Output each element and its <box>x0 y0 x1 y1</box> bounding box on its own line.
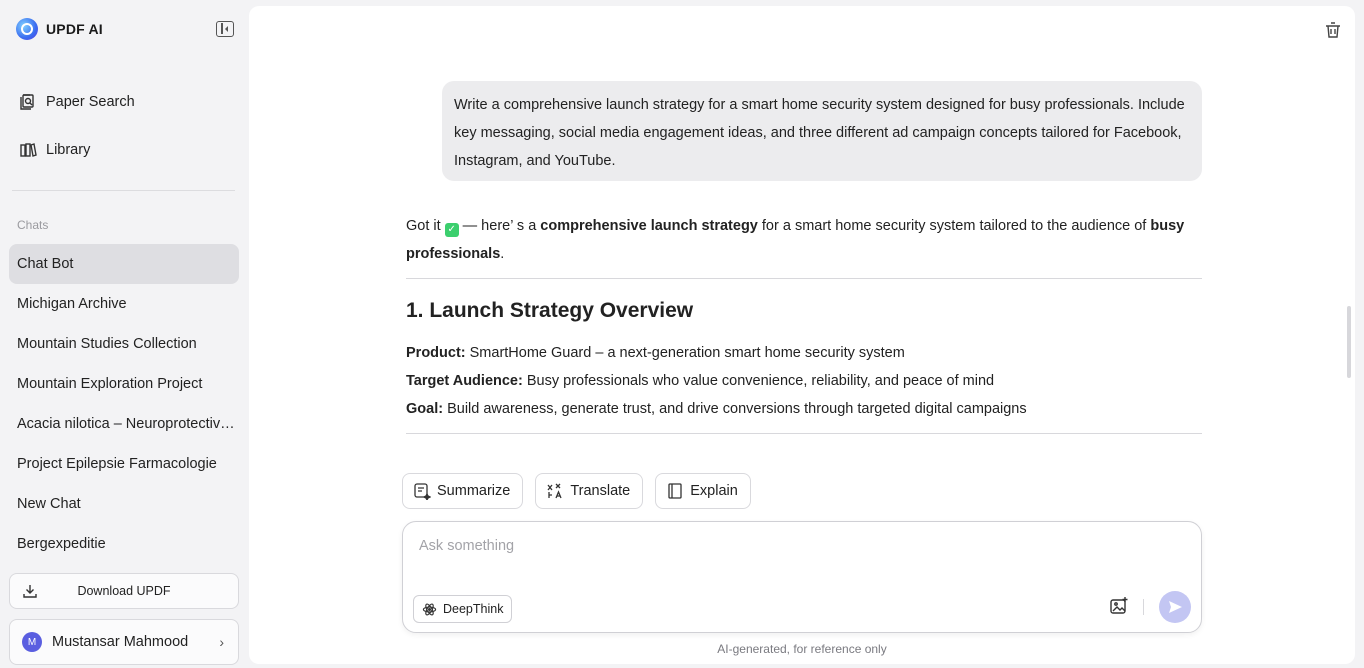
download-label: Download UPDF <box>77 584 171 598</box>
download-updf-button[interactable]: Download UPDF <box>9 573 239 609</box>
scrollbar-thumb[interactable] <box>1347 306 1351 378</box>
clear-chat-icon[interactable] <box>1323 20 1343 40</box>
check-mark-icon: ✓ <box>444 223 459 237</box>
chat-item-michigan-archive[interactable]: Michigan Archive <box>9 284 239 324</box>
detail-target-audience: Target Audience: Busy professionals who … <box>406 373 995 389</box>
chat-item-mountain-exploration[interactable]: Mountain Exploration Project <box>9 364 239 404</box>
chevron-right-icon: › <box>219 634 224 650</box>
book-icon <box>668 483 682 499</box>
chats-section-label: Chats <box>17 218 49 232</box>
brand[interactable]: UPDF AI <box>16 18 103 40</box>
chat-item-chat-bot[interactable]: Chat Bot <box>9 244 239 284</box>
quick-actions: Summarize Translate Explain <box>402 473 751 509</box>
chat-item-project-epilepsie[interactable]: Project Epilepsie Farmacologie <box>9 444 239 484</box>
deepthink-toggle[interactable]: DeepThink <box>413 595 513 623</box>
user-profile[interactable]: M Mustansar Mahmood › <box>9 619 239 665</box>
library-icon <box>20 143 37 157</box>
nav-paper-search-label: Paper Search <box>46 94 135 110</box>
answer-divider <box>406 278 1202 279</box>
collapse-sidebar-icon[interactable] <box>216 21 234 37</box>
message-composer: DeepThink <box>402 521 1202 633</box>
atom-icon <box>422 603 437 615</box>
summarize-button[interactable]: Summarize <box>402 473 524 509</box>
translate-button[interactable]: Translate <box>535 473 644 509</box>
explain-button[interactable]: Explain <box>655 473 751 509</box>
ai-answer: Got it ✓ — here’ s a comprehensive launch … <box>406 212 1202 434</box>
paper-search-icon <box>20 94 34 110</box>
app-name: UPDF AI <box>46 21 103 37</box>
send-icon <box>1169 601 1182 613</box>
composer-divider <box>1143 599 1144 615</box>
nav-library-label: Library <box>46 142 91 158</box>
chat-item-acacia-nilotica[interactable]: Acacia nilotica – Neuroprotective Effect… <box>9 404 239 444</box>
translate-icon <box>547 483 562 499</box>
user-name: Mustansar Mahmood <box>52 634 189 650</box>
answer-heading: 1. Launch Strategy Overview <box>406 299 694 322</box>
answer-divider-bottom <box>406 433 1202 434</box>
nav-paper-search[interactable]: Paper Search <box>18 92 135 112</box>
detail-product: Product: SmartHome Guard – a next-genera… <box>406 345 905 361</box>
chat-item-bergexpeditie[interactable]: Bergexpeditie <box>9 524 239 564</box>
ai-disclaimer: AI-generated, for reference only <box>717 642 887 656</box>
chat-item-mountain-studies[interactable]: Mountain Studies Collection <box>9 324 239 364</box>
answer-details: Product: SmartHome Guard – a next-genera… <box>406 339 1202 423</box>
avatar: M <box>22 632 42 652</box>
updf-logo-icon <box>16 18 38 40</box>
ask-input[interactable] <box>419 538 1179 554</box>
summarize-icon <box>414 483 431 500</box>
image-upload-icon[interactable] <box>1109 596 1129 616</box>
sidebar: UPDF AI Paper Search Library Chats Chat … <box>0 0 248 668</box>
nav-library[interactable]: Library <box>18 140 90 160</box>
user-message: Write a comprehensive launch strategy fo… <box>442 81 1202 181</box>
send-button[interactable] <box>1159 591 1191 623</box>
sidebar-divider <box>12 190 235 191</box>
chat-list: Chat Bot Michigan Archive Mountain Studi… <box>9 244 239 564</box>
answer-intro: Got it ✓ — here’ s a comprehensive launch … <box>406 218 1185 262</box>
chat-item-new-chat[interactable]: New Chat <box>9 484 239 524</box>
download-icon <box>23 585 37 598</box>
chat-panel: Write a comprehensive launch strategy fo… <box>249 6 1355 664</box>
detail-goal: Goal: Build awareness, generate trust, a… <box>406 401 1027 417</box>
